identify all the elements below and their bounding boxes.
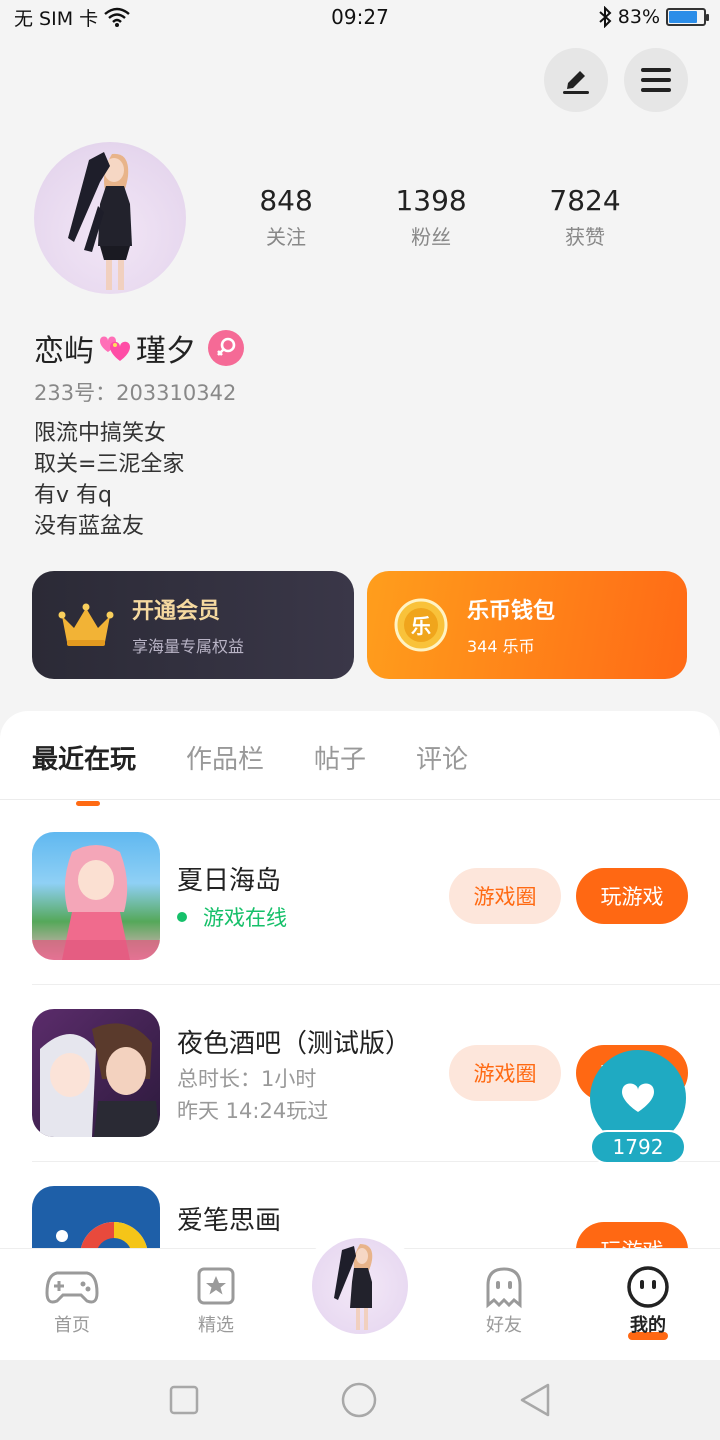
- carrier-text: 无 SIM 卡: [14, 7, 99, 30]
- battery-percent: 83%: [617, 6, 660, 28]
- content-tabs: 最近在玩 作品栏 帖子 评论: [32, 739, 468, 806]
- nav-home[interactable]: 首页: [22, 1263, 122, 1337]
- row-divider: [32, 984, 720, 985]
- nav-label: 精选: [198, 1315, 234, 1336]
- gamepad-icon: [45, 1271, 99, 1304]
- nav-label: 好友: [486, 1315, 522, 1336]
- battery-level: [669, 11, 698, 23]
- star-icon: [197, 1267, 235, 1305]
- ghost-icon: [486, 1267, 522, 1309]
- game-icon-summer-island: [32, 832, 160, 960]
- pencil-icon: [563, 71, 589, 94]
- nav-label: 我的: [630, 1315, 666, 1336]
- center-avatar-button[interactable]: [312, 1238, 408, 1334]
- online-status-text: 游戏在线: [203, 906, 287, 930]
- hearts-emoji-icon: [100, 336, 130, 361]
- online-dot-icon: [177, 912, 187, 922]
- game-row[interactable]: 夏日海岛 游戏在线 游戏圈 玩游戏: [32, 832, 720, 962]
- crown-icon: [58, 603, 114, 646]
- bluetooth-icon: [599, 6, 612, 28]
- nickname-part-1: 恋屿: [34, 334, 94, 369]
- edit-profile-button[interactable]: [544, 48, 608, 112]
- stat-value: 1398: [395, 184, 467, 217]
- avatar[interactable]: [34, 142, 186, 294]
- center-avatar-figure: [334, 1244, 373, 1330]
- coin-icon: 乐: [394, 598, 448, 652]
- game-circle-button[interactable]: 游戏圈: [449, 1045, 561, 1101]
- stat-value: 848: [259, 184, 313, 217]
- user-id: 233号：203310342: [34, 381, 237, 405]
- system-nav-bar: [0, 1360, 720, 1440]
- stat-label: 粉丝: [411, 225, 452, 249]
- stat-following[interactable]: 848 关注: [259, 184, 312, 250]
- last-played: 昨天 14:24玩过: [177, 1099, 329, 1123]
- tabs-divider: [0, 799, 720, 800]
- nav-featured[interactable]: 精选: [166, 1263, 266, 1337]
- wallet-balance: 344 乐币: [467, 637, 535, 656]
- play-duration: 总时长：1小时: [177, 1067, 317, 1091]
- nav-me[interactable]: 我的: [598, 1263, 698, 1340]
- heart-icon: [622, 1083, 654, 1112]
- game-title: 夜色酒吧（测试版）: [177, 1029, 412, 1059]
- nickname-part-2: 瑾夕: [136, 334, 196, 369]
- wallet-card[interactable]: 乐 乐币钱包 344 乐币: [367, 571, 687, 679]
- coin-glyph: 乐: [411, 614, 431, 638]
- bio-line: 有v 有q: [34, 483, 112, 508]
- female-gender-icon: [208, 330, 244, 366]
- back-icon[interactable]: [518, 1382, 552, 1418]
- recent-apps-icon[interactable]: [168, 1384, 200, 1416]
- like-float-button[interactable]: 1792: [590, 1050, 686, 1168]
- play-game-button[interactable]: 玩游戏: [576, 868, 688, 924]
- bio-line: 限流中搞笑女: [34, 421, 167, 446]
- wallet-title: 乐币钱包: [467, 599, 556, 624]
- game-title: 爱笔思画: [177, 1206, 282, 1236]
- menu-button[interactable]: [624, 48, 688, 112]
- bio-line: 取关=三泥全家: [34, 452, 185, 477]
- vip-subtitle: 享海量专属权益: [132, 637, 245, 656]
- bio: 限流中搞笑女 取关=三泥全家 有v 有q 没有蓝盆友: [34, 418, 184, 542]
- stat-likes[interactable]: 7824 获赞: [549, 184, 620, 250]
- menu-icon: [641, 68, 671, 92]
- online-status: 游戏在线: [177, 902, 287, 932]
- avatar-figure: [68, 152, 132, 290]
- game-icon-night-bar: [32, 1009, 160, 1137]
- tab-posts[interactable]: 帖子: [314, 739, 366, 776]
- home-icon[interactable]: [340, 1381, 378, 1419]
- tab-comments[interactable]: 评论: [416, 739, 468, 776]
- vip-title: 开通会员: [132, 599, 221, 624]
- battery-icon: [666, 8, 709, 26]
- stat-followers[interactable]: 1398 粉丝: [395, 184, 466, 250]
- wifi-icon: [104, 7, 130, 27]
- game-circle-button[interactable]: 游戏圈: [449, 868, 561, 924]
- nav-label: 首页: [54, 1315, 90, 1336]
- smiley-icon: [627, 1266, 669, 1308]
- stat-value: 7824: [549, 184, 621, 217]
- stat-label: 获赞: [565, 225, 606, 249]
- nav-friends[interactable]: 好友: [454, 1263, 554, 1337]
- tab-recent[interactable]: 最近在玩: [32, 739, 136, 806]
- stat-label: 关注: [266, 225, 307, 249]
- like-count: 1792: [590, 1130, 686, 1164]
- status-bar: 无 SIM 卡 09:27 83%: [0, 0, 720, 34]
- bio-line: 没有蓝盆友: [34, 514, 145, 539]
- vip-card[interactable]: 开通会员 享海量专属权益: [32, 571, 354, 679]
- tab-works[interactable]: 作品栏: [186, 739, 264, 776]
- nickname: 恋屿 瑾夕: [34, 326, 244, 370]
- game-title: 夏日海岛: [177, 866, 282, 896]
